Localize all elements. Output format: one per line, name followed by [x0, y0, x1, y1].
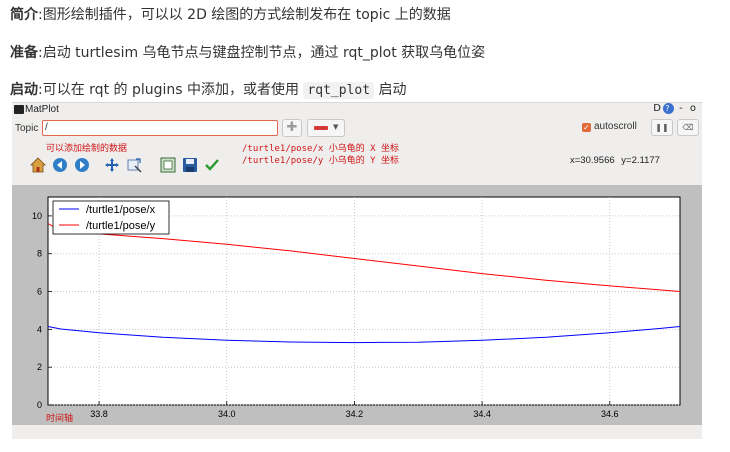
- window-titlebar: MatPlot D? - o: [12, 103, 702, 117]
- add-topic-button[interactable]: ✚: [282, 119, 302, 137]
- legend-label-pose-x: /turtle1/pose/x: [86, 204, 156, 216]
- intro-text-start-a: :可以在 rqt 的 plugins 中添加，或者使用: [38, 82, 299, 98]
- zoom-icon[interactable]: [126, 157, 142, 173]
- x-tick-label: 33.8: [90, 409, 108, 419]
- y-tick-label: 8: [37, 249, 42, 259]
- y-tick-label: 4: [37, 324, 42, 334]
- y-tick-label: 6: [37, 287, 42, 297]
- autoscroll-label: autoscroll: [594, 121, 637, 132]
- check-icon[interactable]: [204, 157, 220, 173]
- y-tick-label: 10: [32, 211, 42, 221]
- annotation-pose-y: /turtle1/pose/y 小乌龟的 Y 坐标: [242, 156, 399, 166]
- intro-label-prepare: 准备: [10, 45, 38, 61]
- annotation-add-data: 可以添加绘制的数据: [46, 144, 128, 154]
- plot-frame: 0 2 4 6 8 10 33.8 34.0 34.2 34.4 34.6 /turtle1/po…: [12, 185, 702, 425]
- legend: /turtle1/pose/x /turtle1/pose/y: [52, 200, 170, 235]
- clear-icon: ⌫: [682, 123, 694, 132]
- dock-button[interactable]: D: [653, 103, 663, 114]
- window-title: MatPlot: [25, 104, 59, 115]
- pause-icon: ❚❚: [655, 123, 669, 132]
- window-controls: D? - o: [653, 103, 698, 114]
- intro-label-summary: 简介: [10, 7, 38, 23]
- plot-canvas[interactable]: 0 2 4 6 8 10 33.8 34.0 34.2 34.4 34.6 /turtle1/po…: [12, 185, 702, 425]
- autoscroll-checkbox[interactable]: ✓ autoscroll: [582, 121, 637, 132]
- x-tick-label: 34.0: [218, 409, 236, 419]
- remove-topic-button[interactable]: ▼: [307, 119, 345, 137]
- intro-text-prepare: :启动 turtlesim 乌龟节点与键盘控制节点，通过 rqt_plot 获取…: [38, 45, 486, 61]
- minus-icon: [314, 126, 328, 130]
- intro-label-start: 启动: [10, 82, 38, 98]
- x-tick-label: 34.6: [601, 409, 619, 419]
- cursor-coordinates: x=30.9566 y=2.1177: [570, 155, 660, 166]
- checkbox-checked-icon: ✓: [582, 123, 591, 132]
- x-tick-label: 34.4: [473, 409, 491, 419]
- intro-code-rqt-plot: rqt_plot: [303, 82, 375, 99]
- intro-text-start-b: 启动: [378, 82, 407, 98]
- back-icon[interactable]: [52, 157, 68, 173]
- home-icon[interactable]: [30, 157, 46, 173]
- app-icon: [14, 105, 24, 114]
- intro-line-2: 准备:启动 turtlesim 乌龟节点与键盘控制节点，通过 rqt_plot …: [10, 42, 485, 62]
- legend-label-pose-y: /turtle1/pose/y: [86, 220, 156, 232]
- topic-label: Topic: [15, 123, 39, 134]
- annotation-time-axis: 时间轴: [46, 412, 73, 424]
- y-tick-label: 0: [37, 400, 42, 410]
- plus-icon: ✚: [286, 120, 298, 135]
- subplots-icon[interactable]: [160, 157, 176, 173]
- intro-line-1: 简介:图形绘制插件，可以以 2D 绘图的方式绘制发布在 topic 上的数据: [10, 4, 451, 24]
- pan-icon[interactable]: [104, 157, 120, 173]
- clear-button[interactable]: ⌫: [677, 119, 699, 136]
- topic-input[interactable]: /: [42, 120, 278, 136]
- forward-icon[interactable]: [74, 157, 90, 173]
- save-icon[interactable]: [182, 157, 198, 173]
- close-button[interactable]: o: [690, 103, 698, 114]
- matplot-window: MatPlot D? - o Topic / ✚ ▼ ✓ autoscroll ❚…: [12, 102, 702, 439]
- y-tick-label: 2: [37, 362, 42, 372]
- minimize-button[interactable]: -: [679, 103, 685, 114]
- pause-button[interactable]: ❚❚: [651, 119, 673, 136]
- help-icon[interactable]: ?: [662, 103, 674, 114]
- intro-text-summary: :图形绘制插件，可以以 2D 绘图的方式绘制发布在 topic 上的数据: [38, 7, 451, 23]
- chevron-down-icon: ▼: [333, 123, 339, 131]
- intro-line-3: 启动:可以在 rqt 的 plugins 中添加，或者使用 rqt_plot 启…: [10, 79, 407, 99]
- x-tick-label: 34.2: [346, 409, 364, 419]
